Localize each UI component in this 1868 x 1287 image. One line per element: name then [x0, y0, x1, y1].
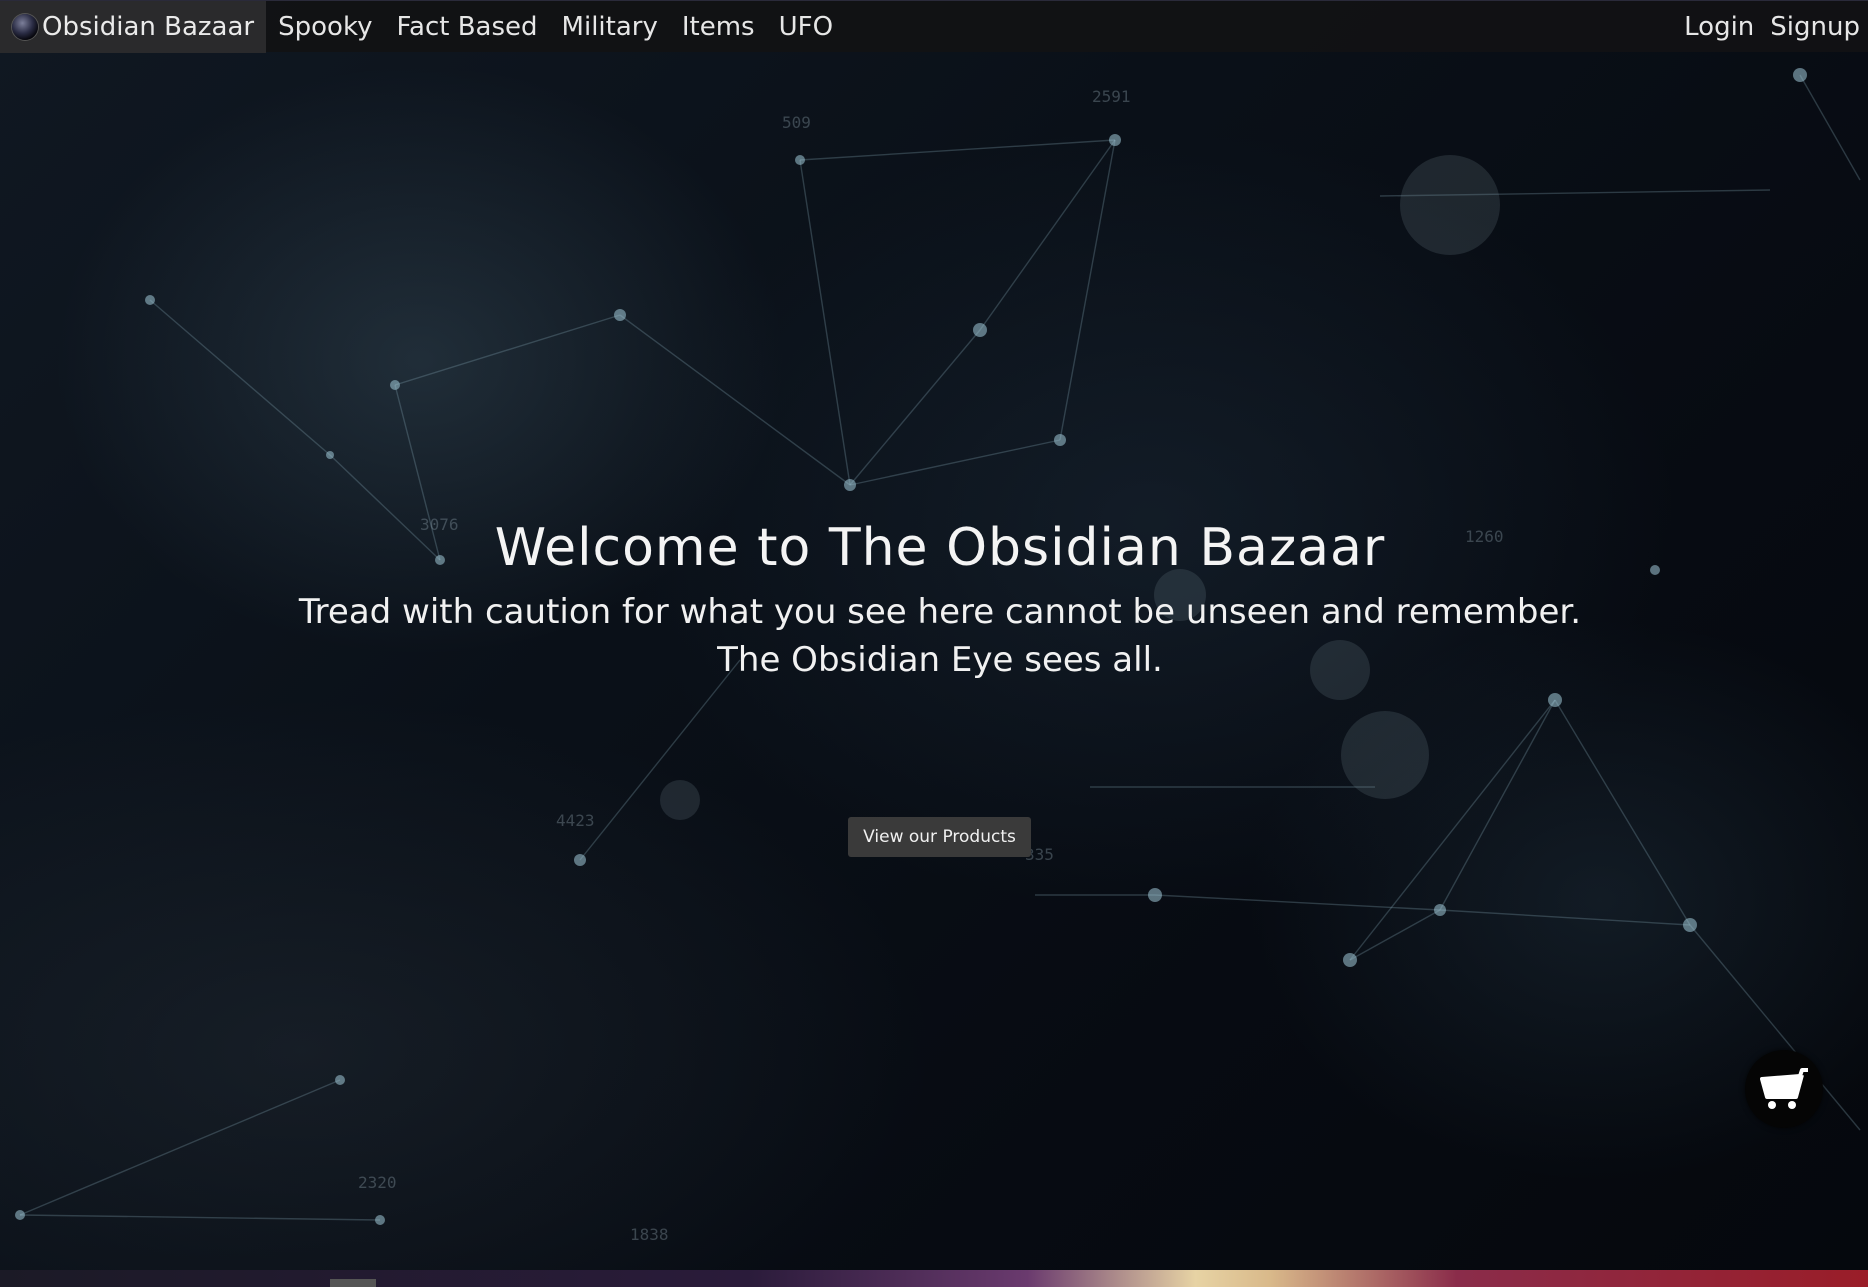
nav-link-fact-based[interactable]: Fact Based: [384, 1, 549, 53]
svg-text:2591: 2591: [1092, 87, 1131, 106]
top-navbar: Obsidian Bazaar Spooky Fact Based Milita…: [0, 0, 1868, 53]
brand-label: Obsidian Bazaar: [42, 11, 255, 42]
svg-text:4423: 4423: [556, 811, 595, 830]
svg-text:2320: 2320: [358, 1173, 397, 1192]
hero-subtitle-line-1: Tread with caution for what you see here…: [298, 592, 1582, 632]
svg-text:1838: 1838: [630, 1225, 669, 1244]
hero-title: Welcome to The Obsidian Bazaar: [494, 518, 1386, 578]
svg-text:509: 509: [782, 113, 811, 132]
hero-subtitle: Tread with caution for what you see here…: [0, 588, 1868, 684]
obsidian-orb-icon: [12, 13, 38, 40]
page: 2591 509 4423 2320 1838 1260 3076 335 Ob…: [0, 0, 1868, 1287]
scrollbar-thumb[interactable]: [330, 1279, 376, 1287]
nav-link-ufo[interactable]: UFO: [767, 1, 845, 53]
auth-links: Login Signup: [1676, 1, 1868, 53]
signup-link[interactable]: Signup: [1762, 1, 1868, 53]
login-link[interactable]: Login: [1676, 1, 1762, 53]
brand-link[interactable]: Obsidian Bazaar: [0, 0, 267, 53]
nav-link-military[interactable]: Military: [550, 1, 670, 53]
nav-link-items[interactable]: Items: [670, 1, 767, 53]
bottom-scrollbar[interactable]: [0, 1270, 1868, 1287]
nav-link-spooky[interactable]: Spooky: [266, 1, 384, 53]
cart-button[interactable]: [1745, 1050, 1823, 1128]
hero-subtitle-line-2: The Obsidian Eye sees all.: [717, 640, 1163, 680]
view-products-button[interactable]: View our Products: [848, 817, 1031, 857]
shopping-cart-icon: [1760, 1068, 1808, 1109]
